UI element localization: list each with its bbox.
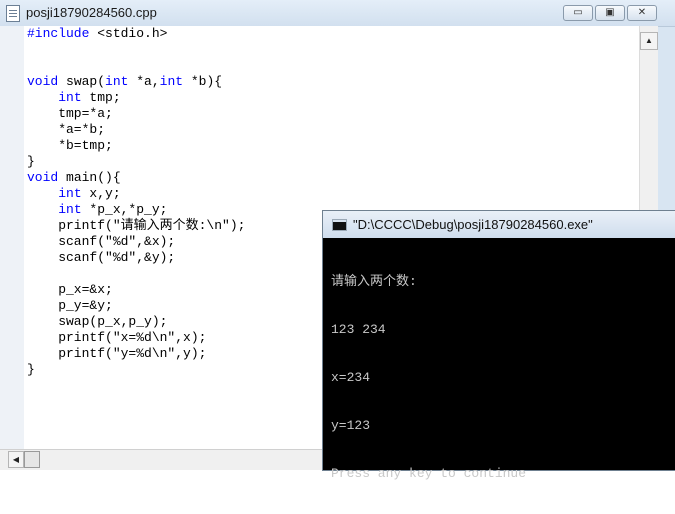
code-line: printf("请输入两个数:\n"); xyxy=(27,218,246,233)
console-titlebar[interactable]: "D:\CCCC\Debug\posji18790284560.exe" xyxy=(323,211,675,238)
code-line: void swap(int *a,int *b){ xyxy=(27,74,223,89)
keyword: int xyxy=(159,74,184,89)
console-line: Press any key to continue xyxy=(331,466,527,481)
code-line: scanf("%d",&x); xyxy=(27,234,176,249)
close-button[interactable]: ✕ xyxy=(627,5,657,21)
code-line: int x,y; xyxy=(58,186,121,201)
code-line: tmp=*a; xyxy=(27,106,113,121)
console-line: 请输入两个数: xyxy=(331,274,417,289)
code-line: int tmp; xyxy=(58,90,121,105)
code-line: p_y=&y; xyxy=(27,298,113,313)
console-line: y=123 xyxy=(331,418,371,433)
keyword: int xyxy=(58,202,82,217)
code-line: int *p_x,*p_y; xyxy=(58,202,168,217)
code-line: p_x=&x; xyxy=(27,282,113,297)
console-window[interactable]: "D:\CCCC\Debug\posji18790284560.exe" 请输入… xyxy=(322,210,675,481)
code-line: swap(p_x,p_y); xyxy=(27,314,168,329)
console-title: "D:\CCCC\Debug\posji18790284560.exe" xyxy=(353,217,593,232)
code-line: *a=*b; xyxy=(27,122,106,137)
keyword: int xyxy=(58,90,82,105)
editor-title: posji18790284560.cpp xyxy=(26,5,157,20)
editor-titlebar[interactable]: posji18790284560.cpp ▭ ▣ ✕ xyxy=(0,0,675,27)
keyword: void xyxy=(27,170,59,185)
code-line: *b=tmp; xyxy=(27,138,113,153)
code-line: void main(){ xyxy=(27,170,121,185)
console-line: x=234 xyxy=(331,370,371,385)
console-line: 123 234 xyxy=(331,322,386,337)
keyword: int xyxy=(105,74,129,89)
code-line: printf("y=%d\n",y); xyxy=(27,346,207,361)
keyword: #include xyxy=(27,26,90,41)
code-line: } xyxy=(27,154,35,169)
code-line: } xyxy=(27,362,35,377)
keyword: void xyxy=(27,74,59,89)
scrollbar-thumb[interactable] xyxy=(24,451,40,468)
scroll-up-arrow-icon[interactable]: ▲ xyxy=(640,32,658,50)
keyword: int xyxy=(58,186,82,201)
console-icon xyxy=(332,219,347,231)
code-line: #include <stdio.h> xyxy=(27,26,168,41)
scroll-left-arrow-icon[interactable]: ◀ xyxy=(8,451,24,468)
editor-gutter xyxy=(0,26,25,449)
code-line: printf("x=%d\n",x); xyxy=(27,330,207,345)
document-icon xyxy=(6,5,20,22)
maximize-button[interactable]: ▣ xyxy=(595,5,625,21)
console-output: 请输入两个数: 123 234 x=234 y=123 Press any ke… xyxy=(331,242,671,514)
code-line: scanf("%d",&y); xyxy=(27,250,176,265)
minimize-button[interactable]: ▭ xyxy=(563,5,593,21)
